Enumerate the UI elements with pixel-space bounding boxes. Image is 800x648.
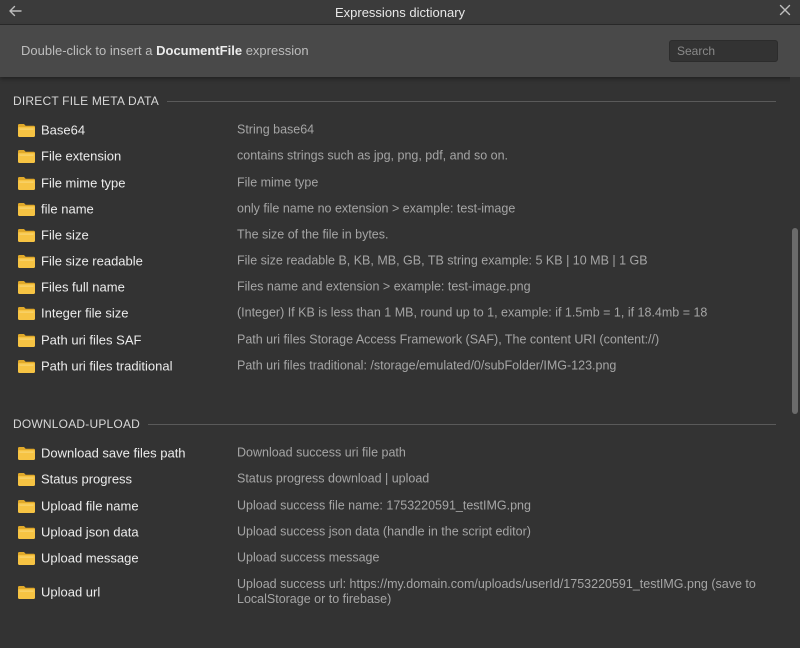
item-description: Files name and extension > example: test…	[237, 279, 531, 294]
section-divider	[167, 100, 776, 102]
item-description: File size readable B, KB, MB, GB, TB str…	[237, 253, 648, 268]
hint-bar: Double-click to insert a DocumentFile ex…	[0, 25, 800, 77]
folder-icon	[17, 254, 36, 269]
list-item[interactable]: Upload json data Upload success json dat…	[0, 519, 790, 545]
item-name: Download save files path	[41, 445, 186, 461]
list-item[interactable]: Status progress Status progress download…	[0, 466, 790, 492]
item-name: File size readable	[41, 253, 143, 269]
list-item[interactable]: Upload message Upload success message	[0, 545, 790, 571]
item-description: Path uri files Storage Access Framework …	[237, 332, 660, 347]
item-name: Path uri files traditional	[41, 358, 173, 374]
back-arrow-icon[interactable]	[6, 3, 24, 21]
item-description: Upload success json data (handle in the …	[237, 524, 531, 539]
folder-icon	[17, 202, 36, 217]
list-item[interactable]: File mime type File mime type	[0, 170, 790, 196]
hint-type: DocumentFile	[156, 43, 243, 58]
list-item[interactable]: Base64 String base64	[0, 117, 790, 143]
item-name: Upload message	[41, 550, 139, 566]
hint-suffix: expression	[242, 43, 309, 58]
item-description: Download success uri file path	[237, 445, 406, 460]
item-description: only file name no extension > example: t…	[237, 201, 516, 216]
list-item[interactable]: Download save files path Download succes…	[0, 440, 790, 466]
folder-icon	[17, 228, 36, 243]
item-name: Files full name	[41, 279, 125, 295]
folder-icon	[17, 551, 36, 566]
list-item[interactable]: File extension contains strings such as …	[0, 143, 790, 169]
folder-icon	[17, 585, 36, 600]
folder-icon	[17, 359, 36, 374]
list-item[interactable]: Integer file size (Integer) If KB is les…	[0, 300, 790, 326]
scrollbar-thumb[interactable]	[792, 228, 798, 414]
item-description: File mime type	[237, 175, 319, 190]
list-item[interactable]: file name only file name no extension > …	[0, 196, 790, 222]
folder-icon	[17, 446, 36, 461]
section-header-direct-file-meta-data: DIRECT FILE META DATA	[13, 92, 776, 110]
item-name: Upload json data	[41, 524, 139, 540]
item-description: The size of the file in bytes.	[237, 227, 389, 242]
folder-icon	[17, 123, 36, 138]
item-description: Upload success url: https://my.domain.co…	[237, 577, 756, 606]
folder-icon	[17, 306, 36, 321]
close-icon[interactable]	[776, 3, 794, 21]
search-input[interactable]	[669, 40, 778, 62]
list-item[interactable]: File size The size of the file in bytes.	[0, 222, 790, 248]
item-name: File extension	[41, 148, 122, 164]
item-name: file name	[41, 201, 94, 217]
section-title: DIRECT FILE META DATA	[13, 94, 159, 108]
item-description: Status progress download | upload	[237, 471, 430, 486]
list-item[interactable]: Files full name Files name and extension…	[0, 274, 790, 300]
item-name: Path uri files SAF	[41, 332, 142, 348]
list-item[interactable]: Upload url Upload success url: https://m…	[0, 575, 790, 609]
item-description: Upload success file name: 1753220591_tes…	[237, 498, 531, 513]
item-description: (Integer) If KB is less than 1 MB, round…	[237, 305, 708, 320]
section-title: DOWNLOAD-UPLOAD	[13, 417, 141, 431]
folder-icon	[17, 333, 36, 348]
folder-icon	[17, 176, 36, 191]
list-item[interactable]: Path uri files traditional Path uri file…	[0, 353, 790, 379]
list-item[interactable]: File size readable File size readable B,…	[0, 248, 790, 274]
item-description: String base64	[237, 122, 315, 137]
folder-icon	[17, 149, 36, 164]
item-name: Base64	[41, 122, 86, 138]
folder-icon	[17, 280, 36, 295]
folder-icon	[17, 525, 36, 540]
item-description: Path uri files traditional: /storage/emu…	[237, 358, 617, 373]
folder-icon	[17, 499, 36, 514]
hint-prefix: Double-click to insert a	[21, 43, 157, 58]
folder-icon	[17, 472, 36, 487]
item-name: Upload url	[41, 584, 101, 600]
insert-hint: Double-click to insert a DocumentFile ex…	[21, 43, 309, 58]
title-bar: Expressions dictionary	[0, 0, 800, 25]
item-name: File mime type	[41, 175, 126, 191]
list-item[interactable]: Upload file name Upload success file nam…	[0, 493, 790, 519]
list-item[interactable]: Path uri files SAF Path uri files Storag…	[0, 327, 790, 353]
item-name: Status progress	[41, 471, 133, 487]
item-name: File size	[41, 227, 89, 243]
item-name: Integer file size	[41, 305, 129, 321]
item-description: Upload success message	[237, 550, 380, 565]
dictionary-list: DIRECT FILE META DATA Base64 String base…	[0, 77, 790, 648]
window-title: Expressions dictionary	[334, 4, 466, 20]
item-description: contains strings such as jpg, png, pdf, …	[237, 148, 509, 163]
section-header-download-upload: DOWNLOAD-UPLOAD	[13, 415, 776, 433]
item-name: Upload file name	[41, 498, 139, 514]
section-divider	[148, 423, 776, 425]
